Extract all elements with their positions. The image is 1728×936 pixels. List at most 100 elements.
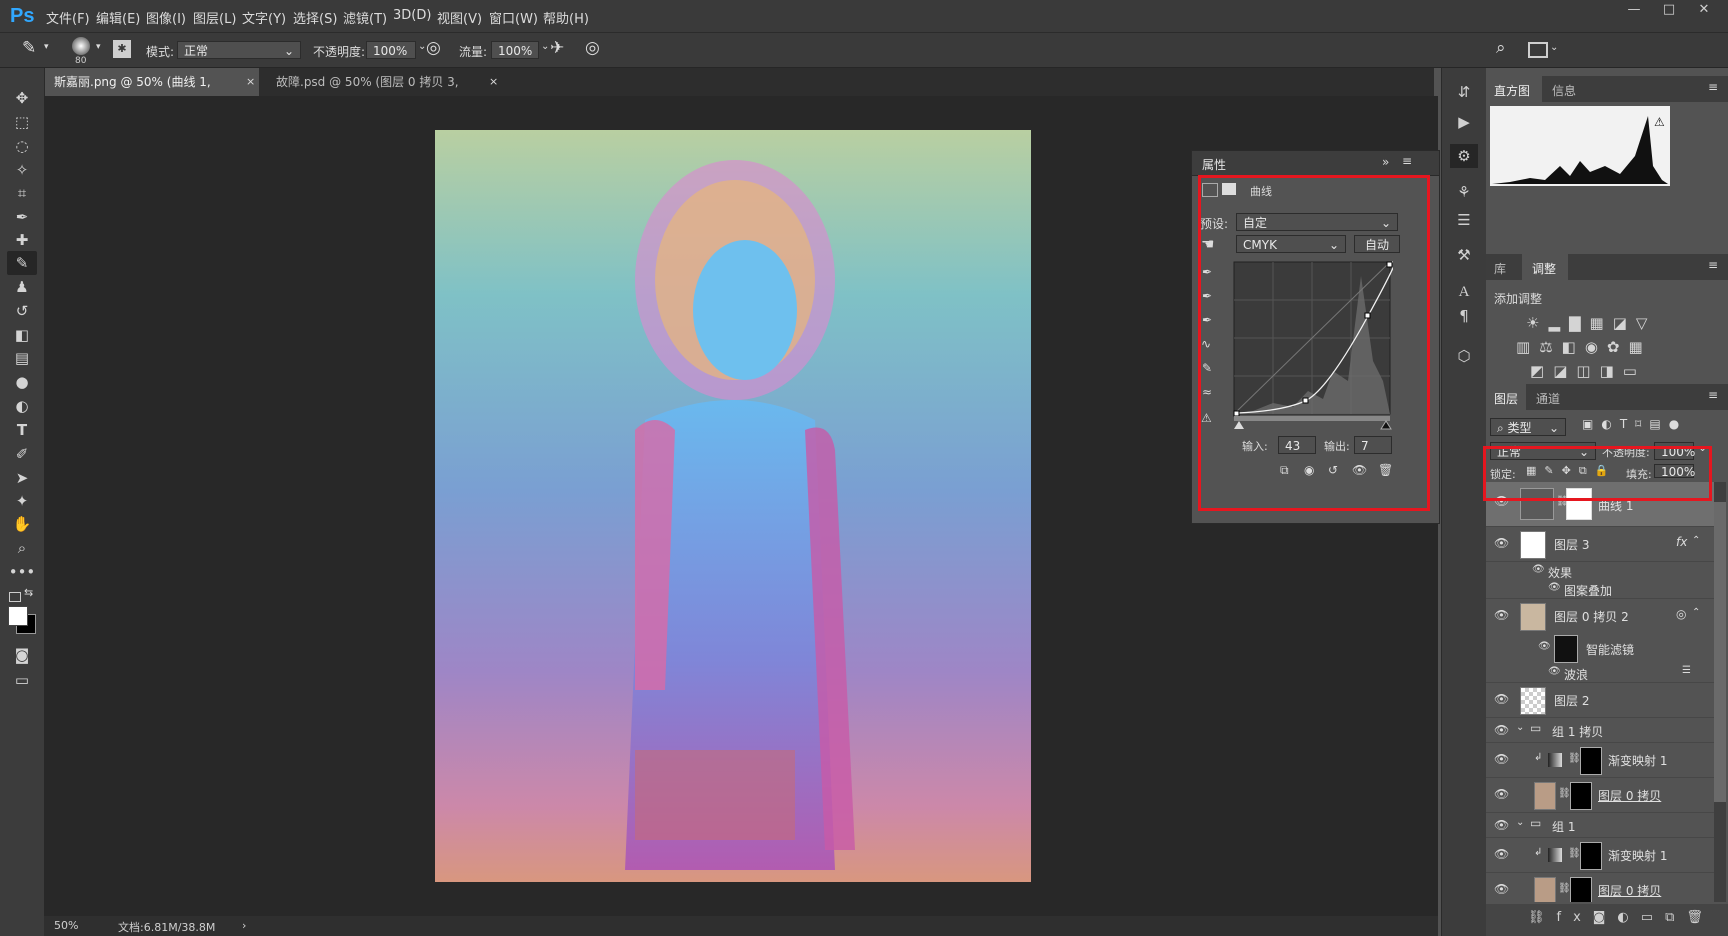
status-arrow-icon[interactable]: › xyxy=(242,919,246,932)
eye-icon[interactable]: 👁 xyxy=(1494,818,1509,832)
scrollbar-thumb[interactable] xyxy=(1714,502,1726,802)
history-brush-icon[interactable]: ↺ xyxy=(7,299,37,323)
eraser-tool-icon[interactable]: ◧ xyxy=(7,323,37,347)
chain-link-icon[interactable]: ⛓ xyxy=(1558,883,1571,894)
shape-tool-icon[interactable]: ✦ xyxy=(7,489,37,513)
chevron-down-icon[interactable]: ⌄ xyxy=(1516,722,1524,733)
threshold-icon[interactable]: ◫ xyxy=(1576,362,1599,380)
layer-mask-thumbnail[interactable] xyxy=(1570,782,1592,810)
brush-settings-icon[interactable]: ⚘ xyxy=(1450,180,1478,204)
menu-view[interactable]: 视图(V) xyxy=(437,8,482,27)
layer-row-2[interactable]: 👁 图层 2 xyxy=(1486,683,1714,718)
gradient-tool-icon[interactable]: ▤ xyxy=(7,346,37,370)
filter-type-icon[interactable]: T xyxy=(1620,417,1635,431)
fx-badge[interactable]: fx xyxy=(1676,535,1687,549)
levels-icon[interactable]: ▂▇ xyxy=(1548,314,1589,332)
pressure-size-icon[interactable]: ◎ xyxy=(585,38,600,58)
link-layers-icon[interactable]: ⛓ xyxy=(1528,910,1557,925)
eye-icon[interactable]: 👁 xyxy=(1538,641,1551,652)
menu-filter[interactable]: 滤镜(T) xyxy=(343,8,387,27)
close-icon[interactable]: ✕ xyxy=(1690,2,1718,22)
minimize-icon[interactable]: — xyxy=(1620,2,1648,22)
properties-icon[interactable]: ⚙ xyxy=(1450,144,1478,168)
color-lookup-icon[interactable]: ▦ xyxy=(1629,338,1652,356)
smart-filters-row[interactable]: 👁 智能滤镜 xyxy=(1486,633,1714,663)
chevron-up-icon[interactable]: ⌃ xyxy=(1692,535,1700,546)
filter-pixel-icon[interactable]: ▣ xyxy=(1582,417,1601,431)
tab-glitch[interactable]: 故障.psd @ 50% (图层 0 拷贝 3, CMYK/8) * xyxy=(266,68,506,117)
tab-scarlett[interactable]: 斯嘉丽.png @ 50% (曲线 1, CMYK/8) * xyxy=(44,68,259,117)
airbrush-icon[interactable]: ✈ xyxy=(550,38,564,58)
healing-tool-icon[interactable]: ✚ xyxy=(7,228,37,252)
eye-icon[interactable]: 👁 xyxy=(1548,666,1561,677)
filter-mask-thumbnail[interactable] xyxy=(1554,635,1578,663)
quick-mask-icon[interactable]: ◙ xyxy=(7,643,37,667)
chain-link-icon[interactable]: ⛓ xyxy=(1568,753,1581,764)
posterize-icon[interactable]: ◪ xyxy=(1553,362,1576,380)
panel-menu-icon[interactable]: ≡ xyxy=(1708,80,1718,94)
quick-select-icon[interactable]: ✧ xyxy=(7,158,37,182)
layers-footer-icons[interactable]: ⛓fx◙◐▭⧉🗑 xyxy=(1528,910,1715,925)
stamp-tool-icon[interactable]: ♟ xyxy=(7,275,37,299)
lasso-tool-icon[interactable]: ◌ xyxy=(7,134,37,158)
clone-source-icon[interactable]: ⚒ xyxy=(1450,243,1478,267)
layer-mask-thumbnail[interactable] xyxy=(1580,747,1602,775)
close-icon[interactable]: × xyxy=(489,75,498,88)
menu-3d[interactable]: 3D(D) xyxy=(393,8,431,23)
workspace-icon[interactable] xyxy=(1528,42,1548,58)
chevron-down-icon[interactable]: ⌄ xyxy=(1516,817,1524,828)
default-colors-icon[interactable] xyxy=(9,592,21,602)
fx-icon[interactable]: fx xyxy=(1557,910,1593,925)
flow-chevron-icon[interactable]: ⌄ xyxy=(541,41,549,52)
group-row-copy[interactable]: 👁 ⌄ ▭ 组 1 拷贝 xyxy=(1486,718,1714,743)
panel-menu-icon[interactable]: ≡ xyxy=(1708,258,1718,272)
search-icon[interactable]: ⌕ xyxy=(1496,38,1506,58)
collapse-icon[interactable]: » xyxy=(1382,155,1389,169)
move-tool-icon[interactable]: ✥ xyxy=(7,86,37,110)
layer-mask-thumbnail[interactable] xyxy=(1570,877,1592,902)
flow-input[interactable]: 100% xyxy=(491,41,539,59)
mode-select[interactable]: 正常 ⌄ xyxy=(177,41,301,59)
eye-icon[interactable]: 👁 xyxy=(1494,847,1509,861)
layer-row-copy2[interactable]: 👁 图层 0 拷贝 2 ◎ ⌃ xyxy=(1486,599,1714,633)
eye-icon[interactable]: 👁 xyxy=(1532,564,1545,575)
chain-link-icon[interactable]: ⛓ xyxy=(1568,848,1581,859)
adjustment-icons-row3[interactable]: ◩◪◫◨▭ xyxy=(1530,362,1646,380)
zoom-level[interactable]: 50% xyxy=(54,919,78,932)
new-adjustment-icon[interactable]: ◐ xyxy=(1617,910,1640,925)
curves-icon[interactable]: ▦ xyxy=(1590,314,1613,332)
photo-filter-icon[interactable]: ◉ xyxy=(1585,338,1607,356)
tab-library[interactable]: 库 xyxy=(1494,260,1506,277)
opacity-input[interactable]: 100% xyxy=(366,41,416,59)
panel-menu-icon[interactable]: ≡ xyxy=(1708,388,1718,402)
tab-info[interactable]: 信息 xyxy=(1552,82,1576,99)
paragraph-icon[interactable]: ¶ xyxy=(1450,304,1478,328)
brush-panel-icon[interactable]: ✱ xyxy=(113,40,131,58)
screen-mode-icon[interactable]: ▭ xyxy=(7,668,37,692)
vibrance-icon[interactable]: ▽ xyxy=(1636,314,1657,332)
actions-play-icon[interactable]: ▶ xyxy=(1450,110,1478,134)
wave-filter-row[interactable]: 👁 波浪 ☰ xyxy=(1486,664,1714,683)
layer-filter-select[interactable]: ⌕ 类型 ⌄ xyxy=(1490,418,1566,436)
eye-icon[interactable]: 👁 xyxy=(1494,536,1509,550)
add-mask-icon[interactable]: ◙ xyxy=(1593,910,1618,925)
exposure-icon[interactable]: ◪ xyxy=(1613,314,1636,332)
layers-scrollbar[interactable] xyxy=(1714,482,1726,902)
filter-adjustment-icon[interactable]: ◐ xyxy=(1601,417,1619,431)
close-icon[interactable]: × xyxy=(246,75,255,88)
zoom-tool-icon[interactable]: ⌕ xyxy=(7,536,37,560)
adjustment-icons-row2[interactable]: ▥⚖◧◉✿▦ xyxy=(1516,338,1652,356)
layer-filter-icons[interactable]: ▣◐T⌑▤● xyxy=(1582,417,1687,431)
eye-icon[interactable]: 👁 xyxy=(1494,752,1509,766)
filter-smart-icon[interactable]: ▤ xyxy=(1649,417,1668,431)
invert-icon[interactable]: ◩ xyxy=(1530,362,1553,380)
color-balance-icon[interactable]: ⚖ xyxy=(1539,338,1561,356)
menu-edit[interactable]: 编辑(E) xyxy=(96,8,140,27)
foreground-color-swatch[interactable] xyxy=(8,606,28,626)
blur-tool-icon[interactable]: ● xyxy=(7,370,37,394)
gradient-map-row-1[interactable]: 👁 ↲ ⛓ 渐变映射 1 xyxy=(1486,743,1714,778)
brightness-icon[interactable]: ☀ xyxy=(1526,314,1548,332)
marquee-tool-icon[interactable]: ⬚ xyxy=(7,110,37,134)
eye-icon[interactable]: 👁 xyxy=(1494,692,1509,706)
more-tools-icon[interactable]: ••• xyxy=(7,560,37,584)
